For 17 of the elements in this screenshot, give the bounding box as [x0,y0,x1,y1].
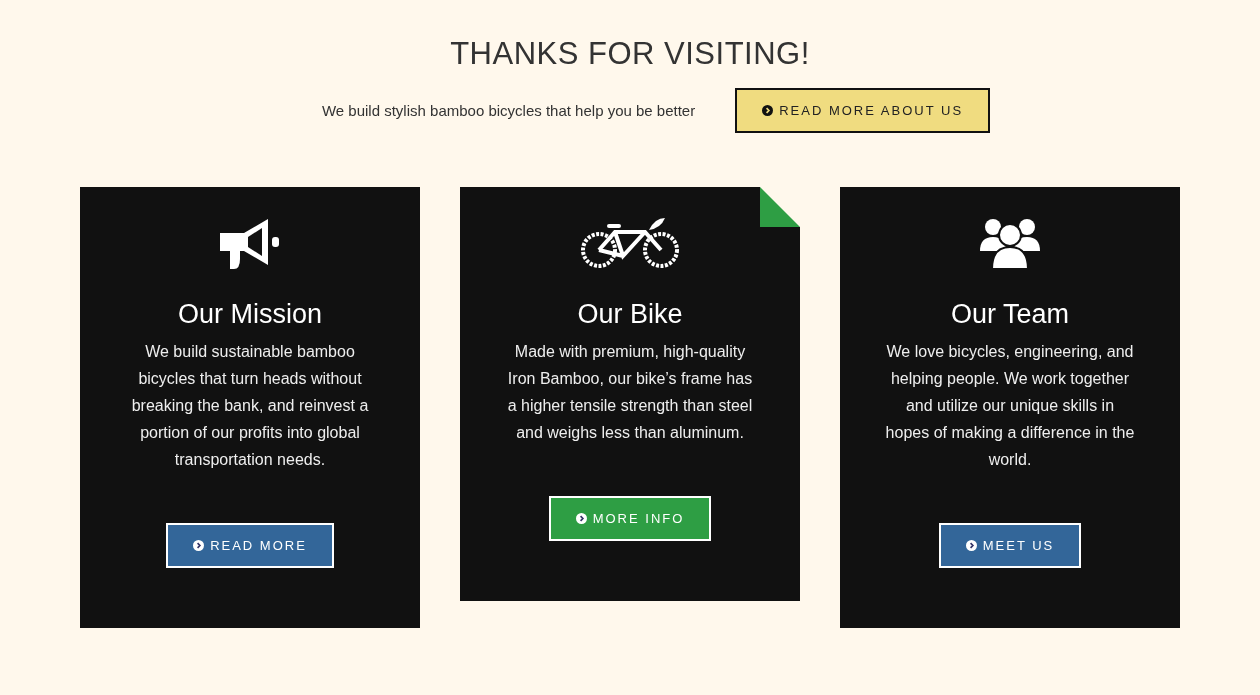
tagline: We build stylish bamboo bicycles that help you be better [321,102,696,119]
card-text: We love bicycles, engineering, and helping people. We work together and utilize our unique skills in hopes of making a difference in the world. [884,342,1136,470]
card-title: Our Team [950,299,1069,330]
card-button[interactable]: MEET US [938,523,1082,568]
card-text: We build sustainable bamboo bicycles that turn heads without breaking the bank, and reinvest a portion of our profits into global transportation needs. [130,342,370,470]
chevron-circle-icon [762,105,774,116]
card-button[interactable]: MORE INFO [548,496,712,541]
card-title: Our Bike [577,299,683,330]
chevron-circle-icon [965,540,977,551]
bicycle-icon [579,215,681,271]
card-button[interactable]: READ MORE [166,523,334,568]
chevron-circle-icon [193,540,205,551]
page-title: THANKS FOR VISITING! [450,36,810,72]
card-title: Our Mission [178,299,322,330]
card-text: Made with premium, high-quality Iron Bamboo, our bike’s frame has a higher tensile strength than steel and weighs less than aluminum. [506,342,754,443]
chevron-circle-icon [575,513,587,524]
about-button[interactable]: READ MORE ABOUT US [735,88,991,133]
